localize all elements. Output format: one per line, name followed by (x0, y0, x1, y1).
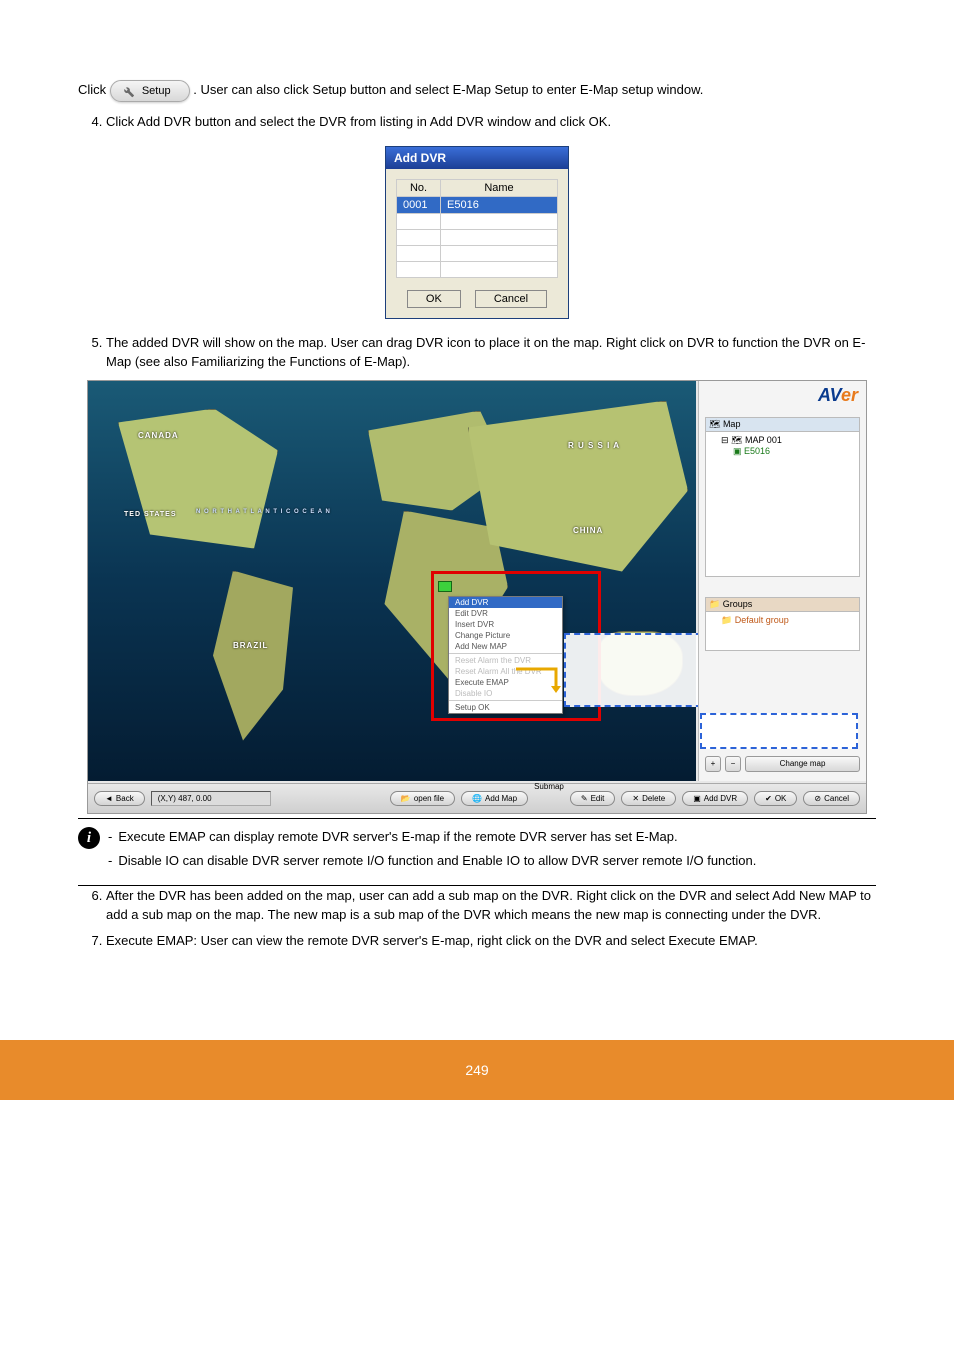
page-number: 249 (465, 1062, 488, 1078)
setup-button-label: Setup (142, 85, 171, 97)
group-list[interactable]: 📁 Groups 📁 Default group (705, 597, 860, 651)
callout-box-2 (700, 713, 858, 749)
ok-toolbar-button[interactable]: ✔ OK (754, 791, 797, 806)
step5-text: The added DVR will show on the map. User… (106, 335, 865, 370)
table-row[interactable] (397, 245, 558, 261)
emap-side-panel: AVer 🗺 Map ⊟ 🗺 MAP 001 ▣ E5016 📁 Groups … (698, 381, 866, 781)
land-south-america (203, 571, 303, 741)
page-footer: 249 (0, 1040, 954, 1100)
map-label-us: TED STATES (124, 511, 177, 518)
change-map-button[interactable]: Change map (745, 756, 860, 772)
step-4: Click Add DVR button and select the DVR … (106, 112, 876, 132)
map-label-russia: R U S S I A (568, 441, 620, 450)
cancel-toolbar-button[interactable]: ⊘ Cancel (803, 791, 860, 806)
add-dvr-button[interactable]: ▣ Add DVR (682, 791, 748, 806)
wrench-icon (121, 84, 135, 98)
add-dvr-dialog: Add DVR No. Name 0001 E5016 (385, 146, 569, 319)
tree-header: 🗺 Map (706, 418, 859, 432)
ok-button[interactable]: OK (407, 290, 461, 308)
cell-name: E5016 (441, 196, 558, 213)
ctx-add-new-map[interactable]: Add New MAP (449, 641, 562, 652)
brand-logo: AVer (818, 385, 858, 406)
emap-bottom-toolbar: ◄ Back (X,Y) 487, 0.00 📂 open file 🌐 Add… (88, 783, 866, 813)
add-group-button[interactable]: + (705, 756, 721, 772)
ctx-setup-ok[interactable]: Setup OK (449, 702, 562, 713)
dvr-table[interactable]: No. Name 0001 E5016 (396, 179, 558, 278)
cancel-button[interactable]: Cancel (475, 290, 547, 308)
ctx-insert-dvr[interactable]: Insert DVR (449, 619, 562, 630)
ctx-change-picture[interactable]: Change Picture (449, 630, 562, 641)
add-map-button[interactable]: 🌐 Add Map (461, 791, 528, 806)
text-after-setup: . User can also click Setup button and s… (193, 82, 703, 97)
map-label-brazil: BRAZIL (233, 641, 268, 650)
tree-item-map001[interactable]: ⊟ 🗺 MAP 001 (709, 435, 856, 446)
note-text: -Execute EMAP can display remote DVR ser… (108, 827, 876, 875)
land-asia (468, 401, 688, 581)
table-row[interactable] (397, 229, 558, 245)
info-icon: i (78, 827, 100, 849)
map-label-canada: CANADA (138, 431, 179, 440)
step-7: Execute EMAP: User can view the remote D… (106, 931, 876, 951)
tree-item-e5016[interactable]: ▣ E5016 (709, 446, 856, 457)
ctx-add-dvr[interactable]: Add DVR (449, 597, 562, 608)
table-row[interactable] (397, 213, 558, 229)
map-label-na-ocean: N O R T H A T L A N T I C O C E A N (196, 509, 331, 515)
callout-arrow (516, 661, 564, 701)
table-row[interactable] (397, 261, 558, 277)
back-button[interactable]: ◄ Back (94, 791, 145, 806)
edit-button[interactable]: ✎ Edit (570, 791, 616, 806)
step-5: The added DVR will show on the map. User… (106, 333, 876, 372)
land-north-america (118, 409, 278, 549)
col-no: No. (397, 179, 441, 196)
world-map[interactable]: CANADA TED STATES BRAZIL R U S S I A CHI… (88, 381, 696, 781)
coordinates-display: (X,Y) 487, 0.00 (151, 791, 271, 806)
open-file-button[interactable]: 📂 open file (390, 791, 455, 806)
emap-setup-screenshot: CANADA TED STATES BRAZIL R U S S I A CHI… (87, 380, 867, 814)
ctx-edit-dvr[interactable]: Edit DVR (449, 608, 562, 619)
table-row[interactable]: 0001 E5016 (397, 196, 558, 213)
map-label-china: CHINA (573, 526, 603, 535)
cell-no: 0001 (397, 196, 441, 213)
group-header: 📁 Groups (706, 598, 859, 612)
col-name: Name (441, 179, 558, 196)
delete-button[interactable]: ✕ Delete (621, 791, 676, 806)
dialog-title: Add DVR (386, 147, 568, 169)
map-tree[interactable]: 🗺 Map ⊟ 🗺 MAP 001 ▣ E5016 (705, 417, 860, 577)
step-6: After the DVR has been added on the map,… (106, 886, 876, 925)
text-click: Click (78, 82, 110, 97)
group-item-default[interactable]: 📁 Default group (709, 615, 856, 626)
setup-button[interactable]: Setup (110, 80, 190, 102)
submap-label: Submap (534, 782, 564, 791)
remove-group-button[interactable]: − (725, 756, 741, 772)
